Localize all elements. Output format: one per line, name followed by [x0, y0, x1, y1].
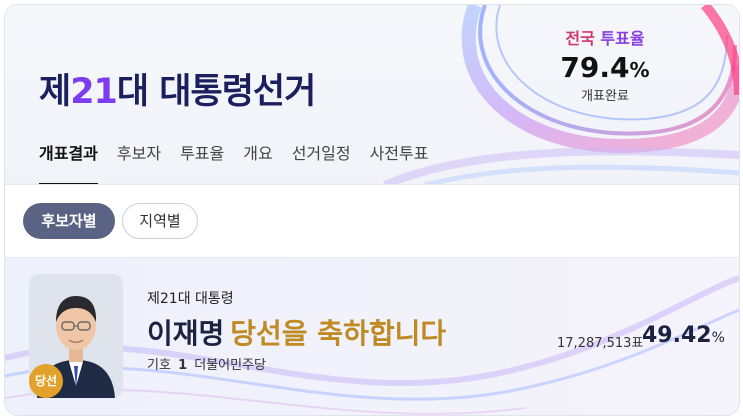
vote-rate-unit: %: [711, 330, 725, 346]
candidate-info: 기호 1 더불어민주당: [147, 354, 266, 373]
winner-headline: 이재명 당선을 축하합니다: [147, 312, 446, 352]
winner-name: 이재명: [147, 317, 225, 350]
election-header: 제21대 대통령선거 전국 투표율 79.4% 개표완료 개표결과 후보자 투표…: [5, 5, 739, 185]
filter-by-region-button[interactable]: 지역별: [122, 203, 198, 239]
header-divider: [5, 184, 739, 185]
title-number: 21: [70, 72, 118, 112]
page-title: 제21대 대통령선거: [39, 63, 316, 114]
election-card: 제21대 대통령선거 전국 투표율 79.4% 개표완료 개표결과 후보자 투표…: [4, 4, 740, 416]
title-suffix: 대 대통령선거: [116, 72, 316, 112]
vote-count: 17,287,513표: [557, 336, 644, 351]
winner-panel: 당선 제21대 대통령 이재명 당선을 축하합니다 기호 1 더불어민주당 17,…: [5, 257, 739, 415]
number-label: 기호: [147, 358, 171, 373]
party-name: 더불어민주당: [194, 358, 267, 373]
turnout-value: 79.4%: [535, 51, 675, 84]
vote-rate: 49.42%: [642, 323, 725, 348]
tab-results[interactable]: 개표결과: [39, 143, 98, 185]
vote-rate-number: 49.42: [642, 323, 712, 348]
tab-bar: 개표결과 후보자 투표율 개요 선거일정 사전투표: [39, 143, 428, 185]
congrats-message: 당선을 축하합니다: [230, 317, 447, 350]
tab-early-voting[interactable]: 사전투표: [370, 143, 429, 185]
candidate-number: 1: [178, 358, 188, 373]
filter-by-candidate-button[interactable]: 후보자별: [23, 203, 115, 239]
tab-schedule[interactable]: 선거일정: [292, 143, 351, 185]
office-title: 제21대 대통령: [147, 291, 234, 307]
title-prefix: 제: [39, 72, 71, 112]
tab-overview[interactable]: 개요: [243, 143, 272, 185]
winner-badge: 당선: [29, 364, 63, 398]
turnout-label-rate: 투표율: [600, 29, 645, 48]
tab-turnout[interactable]: 투표율: [180, 143, 224, 185]
turnout-label-national: 전국: [565, 29, 595, 48]
turnout-number: 79.4: [560, 51, 630, 84]
national-turnout: 전국 투표율 79.4% 개표완료: [535, 25, 675, 104]
turnout-status: 개표완료: [581, 89, 629, 104]
tab-candidates[interactable]: 후보자: [117, 143, 161, 185]
turnout-label: 전국 투표율: [535, 25, 675, 49]
turnout-unit: %: [629, 58, 650, 82]
